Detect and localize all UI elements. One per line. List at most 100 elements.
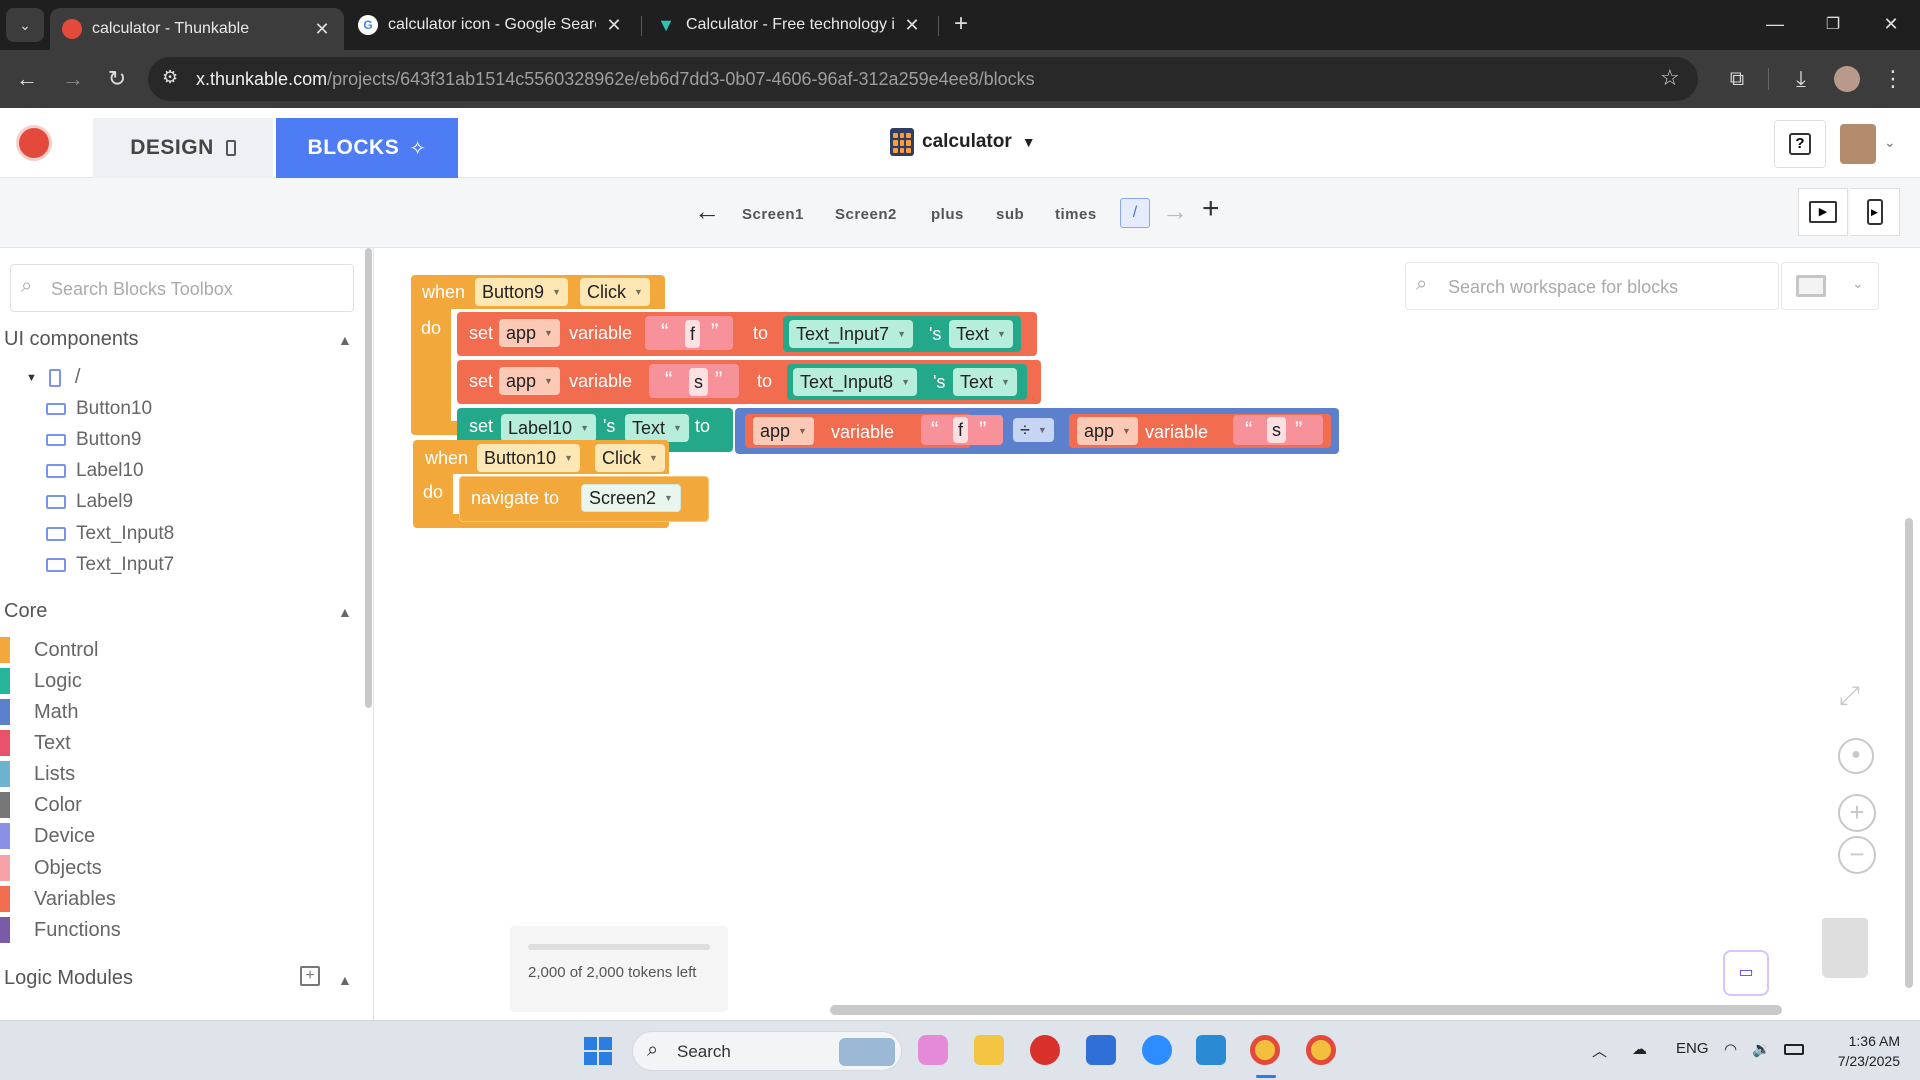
- window-close-icon[interactable]: ✕: [1868, 6, 1914, 42]
- scope-dropdown-app[interactable]: app ▼: [499, 367, 560, 395]
- workspace-vertical-scrollbar[interactable]: [1905, 518, 1913, 988]
- browser-menu-icon[interactable]: ⋮: [1876, 62, 1910, 96]
- trash-icon[interactable]: [1822, 918, 1868, 978]
- close-icon[interactable]: ✕: [604, 15, 624, 36]
- category-lists[interactable]: Lists: [0, 761, 75, 787]
- volume-icon[interactable]: 🔉: [1752, 1040, 1771, 1058]
- screen-tab-screen2[interactable]: Screen2: [835, 206, 897, 223]
- workspace-view-dropdown[interactable]: ⌄: [1781, 262, 1879, 310]
- zoom-out-icon[interactable]: −: [1838, 836, 1876, 874]
- screen-tab-divide[interactable]: /: [1120, 198, 1150, 228]
- category-device[interactable]: Device: [0, 823, 95, 849]
- center-target-icon[interactable]: ●: [1838, 738, 1874, 774]
- address-bar[interactable]: ⚙ x.thunkable.com/projects/643f31ab1514c…: [148, 57, 1698, 101]
- operator-dropdown-divide[interactable]: ÷ ▼: [1013, 418, 1054, 442]
- category-color[interactable]: Color: [0, 792, 82, 818]
- site-settings-icon[interactable]: ⚙: [162, 67, 178, 88]
- property-dropdown-text[interactable]: Text ▼: [949, 320, 1013, 348]
- vscode-icon[interactable]: [1196, 1035, 1226, 1065]
- add-screen-icon[interactable]: +: [1202, 192, 1220, 226]
- category-control[interactable]: Control: [0, 637, 98, 663]
- next-screen-arrow-icon[interactable]: →: [1162, 196, 1188, 227]
- close-icon[interactable]: ✕: [312, 19, 332, 40]
- thunkable-logo-icon[interactable]: [16, 125, 52, 161]
- profile-avatar[interactable]: [1834, 66, 1860, 92]
- event-dropdown-click[interactable]: Click ▼: [580, 278, 650, 306]
- bookmark-star-icon[interactable]: ☆: [1660, 65, 1680, 91]
- component-dropdown-label10[interactable]: Label10 ▼: [501, 414, 596, 442]
- extensions-icon[interactable]: ⧉: [1720, 62, 1754, 96]
- tray-overflow-chevron-icon[interactable]: ︿: [1592, 1040, 1607, 1061]
- zoom-icon[interactable]: [1142, 1035, 1172, 1065]
- screen-dropdown-screen2[interactable]: Screen2 ▼: [581, 484, 681, 512]
- design-tab[interactable]: DESIGN: [93, 118, 273, 178]
- blocks-workspace[interactable]: ⌕ Search workspace for blocks ⌄ when But…: [375, 248, 1920, 1020]
- zoom-in-icon[interactable]: +: [1838, 794, 1876, 832]
- close-icon[interactable]: ✕: [902, 15, 922, 36]
- restore-icon[interactable]: ❐: [1810, 6, 1856, 42]
- chrome-icon[interactable]: [1250, 1035, 1280, 1065]
- office-app-icon[interactable]: [1030, 1035, 1060, 1065]
- help-button[interactable]: ?: [1774, 120, 1826, 168]
- scope-dropdown-app[interactable]: app ▼: [753, 417, 814, 445]
- component-button10[interactable]: Button10: [46, 398, 152, 420]
- download-icon[interactable]: ⤓: [1784, 62, 1818, 96]
- component-text-input8[interactable]: Text_Input8: [46, 523, 174, 545]
- scope-dropdown-app[interactable]: app ▼: [1077, 417, 1138, 445]
- category-logic[interactable]: Logic: [0, 668, 82, 694]
- web-preview-button[interactable]: ▶: [1798, 188, 1848, 236]
- logic-modules-heading[interactable]: Logic Modules: [4, 967, 133, 990]
- component-dropdown-text-input8[interactable]: Text_Input8 ▼: [793, 368, 917, 396]
- ui-components-heading[interactable]: UI components: [4, 328, 139, 351]
- chrome-profile-icon[interactable]: [1306, 1035, 1336, 1065]
- forward-arrow-icon[interactable]: →: [56, 62, 90, 96]
- device-preview-button[interactable]: ▶: [1850, 188, 1900, 236]
- file-explorer-icon[interactable]: [974, 1035, 1004, 1065]
- text-value-f[interactable]: f: [685, 320, 701, 348]
- microsoft-store-icon[interactable]: [1086, 1035, 1116, 1065]
- tab-google-search[interactable]: G calculator icon - Google Search ✕: [346, 8, 636, 42]
- battery-icon[interactable]: [1784, 1044, 1804, 1055]
- collapse-chevron-icon[interactable]: ▲: [338, 332, 352, 348]
- category-text[interactable]: Text: [0, 730, 71, 756]
- component-text-input7[interactable]: Text_Input7: [46, 554, 174, 576]
- text-value-s[interactable]: s: [1267, 417, 1286, 443]
- new-tab-icon[interactable]: +: [938, 6, 984, 42]
- component-label10[interactable]: Label10: [46, 460, 144, 482]
- search-blocks-toolbox-input[interactable]: ⌕ Search Blocks Toolbox: [10, 264, 354, 312]
- component-dropdown-button9[interactable]: Button9 ▼: [475, 278, 568, 306]
- blocks-tab[interactable]: BLOCKS ✧: [276, 118, 458, 178]
- minimize-icon[interactable]: —: [1752, 6, 1798, 42]
- language-indicator[interactable]: ENG: [1676, 1040, 1709, 1057]
- project-selector[interactable]: calculator ▼: [890, 128, 1036, 156]
- workspace-horizontal-scrollbar[interactable]: [830, 1005, 1782, 1015]
- back-arrow-icon[interactable]: ←: [10, 62, 44, 96]
- system-clock[interactable]: 1:36 AM 7/23/2025: [1820, 1031, 1900, 1071]
- component-button9[interactable]: Button9: [46, 429, 142, 451]
- chat-button[interactable]: ▭: [1723, 950, 1769, 996]
- component-label9[interactable]: Label9: [46, 491, 133, 513]
- category-objects[interactable]: Objects: [0, 855, 102, 881]
- screen-tab-plus[interactable]: plus: [931, 206, 964, 223]
- event-dropdown-click[interactable]: Click ▼: [595, 444, 665, 472]
- component-dropdown-text-input7[interactable]: Text_Input7 ▼: [789, 320, 913, 348]
- property-dropdown-text[interactable]: Text ▼: [625, 414, 689, 442]
- category-math[interactable]: Math: [0, 699, 78, 725]
- scope-dropdown-app[interactable]: app ▼: [499, 319, 560, 347]
- tree-root-screen[interactable]: ▼ /: [26, 366, 80, 389]
- taskbar-search-box[interactable]: ⌕ Search: [632, 1031, 902, 1071]
- fullscreen-icon[interactable]: ⤢: [1839, 680, 1860, 712]
- reload-icon[interactable]: ↻: [100, 62, 134, 96]
- wifi-icon[interactable]: ◠: [1724, 1040, 1737, 1058]
- previous-screen-arrow-icon[interactable]: ←: [694, 196, 720, 227]
- tab-search-button[interactable]: ⌄: [6, 8, 44, 42]
- toolbox-scrollbar[interactable]: [365, 248, 372, 708]
- tab-free-technology[interactable]: ▼ Calculator - Free technology ico ✕: [644, 8, 934, 42]
- tab-calculator-thunkable[interactable]: calculator - Thunkable ✕: [50, 8, 344, 50]
- screen-tab-times[interactable]: times: [1055, 206, 1097, 223]
- user-avatar[interactable]: [1840, 124, 1876, 164]
- category-functions[interactable]: Functions: [0, 917, 121, 943]
- collapse-chevron-icon[interactable]: ▲: [338, 604, 352, 620]
- component-dropdown-button10[interactable]: Button10 ▼: [477, 444, 580, 472]
- windows-start-icon[interactable]: [584, 1037, 612, 1065]
